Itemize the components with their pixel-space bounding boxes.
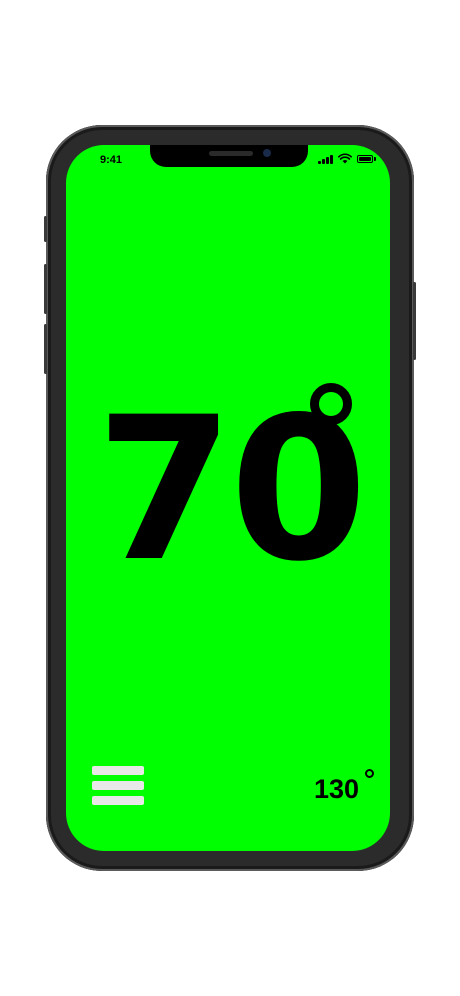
- wifi-icon: [338, 153, 352, 164]
- speaker-grille: [209, 151, 253, 156]
- battery-icon: [357, 155, 373, 163]
- degree-icon: [310, 383, 352, 425]
- side-button-mute: [44, 216, 47, 242]
- side-button-volume-down: [44, 324, 47, 374]
- target-temperature[interactable]: 130: [314, 774, 359, 805]
- side-button-volume-up: [44, 264, 47, 314]
- hamburger-menu-icon[interactable]: [92, 766, 146, 808]
- notch: [150, 145, 308, 167]
- battery-cap: [374, 157, 376, 161]
- current-temperature: 70: [96, 374, 368, 605]
- side-button-power: [413, 282, 416, 360]
- front-camera: [263, 149, 271, 157]
- battery-level: [359, 157, 371, 161]
- status-time: 9:41: [100, 154, 123, 166]
- cellular-signal-icon: [318, 155, 334, 164]
- small-degree-icon: [365, 769, 374, 778]
